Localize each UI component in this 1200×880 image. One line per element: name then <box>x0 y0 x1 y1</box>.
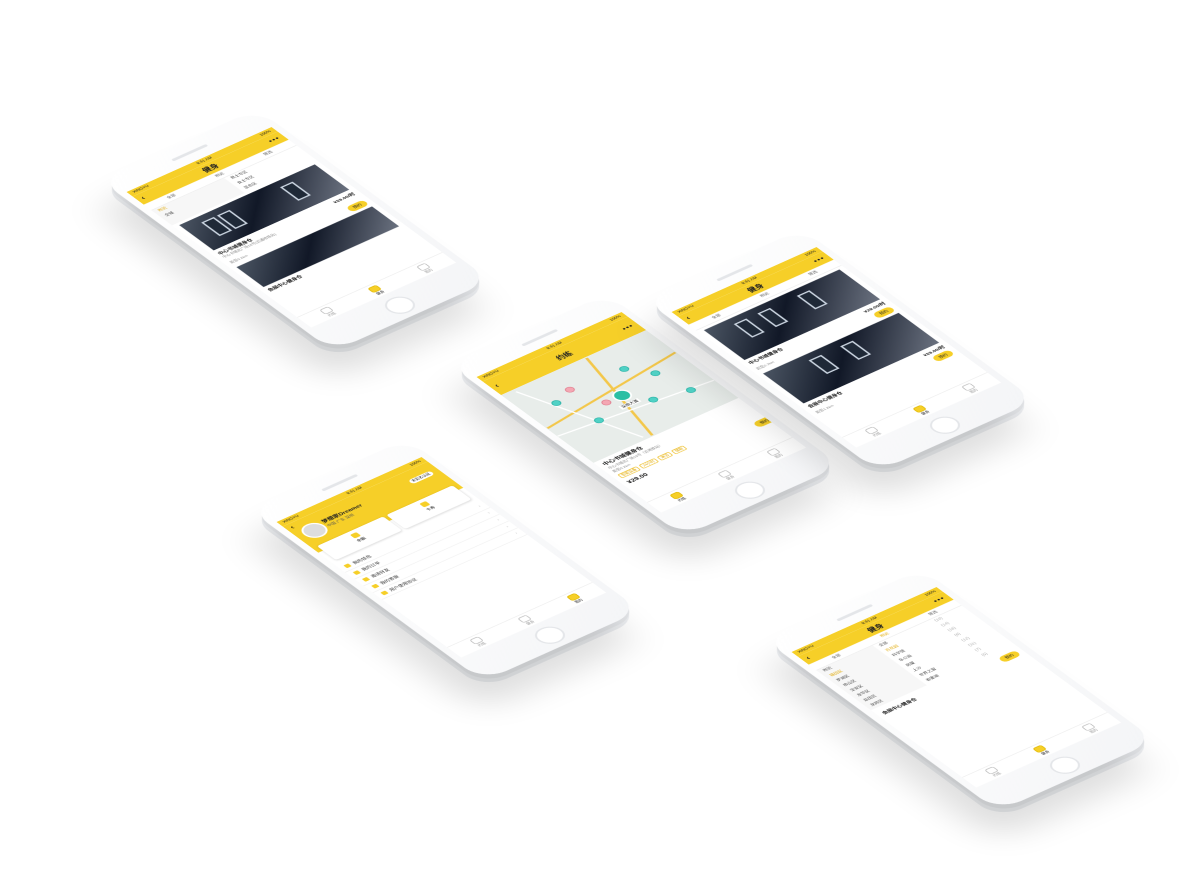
back-icon[interactable]: ‹ <box>288 524 297 530</box>
chevron-right-icon: › <box>514 531 520 536</box>
gym-pin[interactable] <box>648 369 663 378</box>
chevron-right-icon: › <box>505 525 511 529</box>
invite-icon <box>361 576 371 582</box>
tab-bar: 约练 健身 我的 <box>961 712 1122 788</box>
gym-pin[interactable] <box>617 364 632 374</box>
home-button <box>378 293 422 318</box>
phone-list-right: XINGYU 9:41 AM 100% ‹ 健身 ••• 全部 附近 筛选 中心… <box>644 160 1036 540</box>
gym-pin[interactable] <box>599 398 614 407</box>
tab-mine[interactable]: 我的 <box>544 583 606 615</box>
tab-bar: 约练 健身 我的 <box>446 582 607 658</box>
phone-district: XINGYU 9:41 AM 100% ‹ 健身 ••• 全部 附近 筛选 附近 <box>764 500 1156 880</box>
home-button <box>528 623 572 648</box>
tab-mine[interactable]: 我的 <box>1059 713 1121 745</box>
tab-train[interactable]: 约练 <box>298 296 360 328</box>
home-button <box>1043 753 1087 778</box>
document-icon <box>380 590 389 596</box>
tab-train[interactable]: 约练 <box>648 481 710 513</box>
order-icon <box>352 570 362 576</box>
back-icon[interactable]: ‹ <box>137 194 151 203</box>
tab-train[interactable]: 约练 <box>448 626 510 658</box>
gym-pin[interactable] <box>562 385 577 394</box>
tab-train[interactable]: 约练 <box>843 416 905 448</box>
page-title: 约练 <box>554 350 575 362</box>
mockup-stage: XINGYU 9:41 AM 100% ‹ 健身 ••• 全部 附近 筛选 附近 <box>0 0 1200 812</box>
service-icon <box>371 583 380 589</box>
book-button[interactable]: 预约 <box>997 650 1022 663</box>
phone-profile: XINGYU 9:41 AM 100% ‹ 梦想家Dreamer 中国 广东 深… <box>249 370 641 750</box>
chevron-right-icon: › <box>477 504 483 509</box>
tab-train[interactable]: 约练 <box>963 756 1025 788</box>
chevron-right-icon: › <box>495 518 502 522</box>
chevron-right-icon: › <box>486 511 492 515</box>
back-icon[interactable]: ‹ <box>682 314 696 323</box>
wallet-icon <box>343 563 352 569</box>
verify-badge[interactable]: 未实名认证 <box>407 470 435 485</box>
gym-pin[interactable] <box>549 399 564 408</box>
phone-list-top: XINGYU 9:41 AM 100% ‹ 健身 ••• 全部 附近 筛选 附近 <box>99 40 491 420</box>
tab-mine[interactable]: 我的 <box>939 373 1001 405</box>
tab-mine[interactable]: 我的 <box>394 253 456 285</box>
home-button <box>923 413 967 438</box>
back-icon[interactable]: ‹ <box>802 654 816 663</box>
